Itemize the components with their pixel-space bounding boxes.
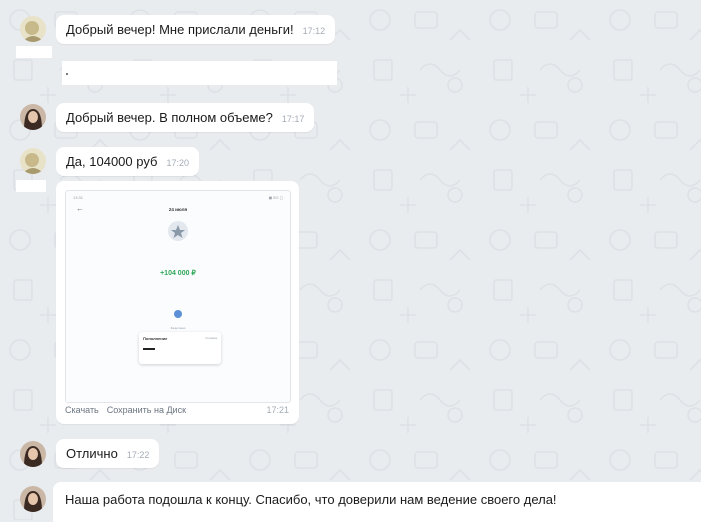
message-time: 17:22	[126, 449, 150, 460]
message-time: 17:17	[281, 113, 305, 124]
copy-link[interactable]: Скачать	[65, 405, 99, 415]
message-time: 17:20	[166, 157, 189, 168]
message-text: Наша работа подошла к концу. Спасибо, чт…	[65, 492, 557, 507]
avatar-agent[interactable]	[20, 441, 46, 467]
message-time: 17:12	[302, 25, 326, 36]
message-time: 17:21	[266, 405, 289, 415]
message-bubble[interactable]: Да, 104000 руб 17:20	[56, 147, 199, 176]
image-message: 13:31 ◼ 5G ◻ ← 24 июля +104 000 ₽ Зачисл…	[56, 181, 299, 424]
sender-name-redacted	[16, 180, 46, 192]
avatar-agent[interactable]	[20, 486, 46, 512]
bank-screenshot-image[interactable]: 13:31 ◼ 5G ◻ ← 24 июля +104 000 ₽ Зачисл…	[65, 190, 291, 403]
status-badge: Зачислено	[165, 307, 191, 330]
screenshot-status-bar: 13:31 ◼ 5G ◻	[73, 195, 283, 200]
save-to-disk-link[interactable]: Сохранить на Диск	[107, 405, 186, 415]
bank-logo-icon	[168, 221, 188, 241]
message-text: Отлично	[66, 446, 118, 461]
message-bubble[interactable]: Добрый вечер. В полном объеме? 17:17	[56, 103, 315, 132]
avatar-contact[interactable]	[20, 148, 46, 174]
screenshot-card: Пополнение Справка	[139, 332, 221, 364]
message-text: Да, 104000 руб	[66, 154, 158, 169]
check-circle-icon	[174, 310, 182, 318]
image-actions: Скачать Сохранить на Диск	[65, 405, 186, 415]
message-text: Добрый вечер! Мне прислали деньги!	[66, 22, 294, 37]
avatar-agent[interactable]	[20, 104, 46, 130]
message-bubble[interactable]: Отлично 17:22	[56, 439, 160, 468]
message-bubble[interactable]: Добрый вечер! Мне прислали деньги! 17:12	[56, 15, 336, 44]
avatar-contact[interactable]	[20, 16, 46, 42]
message-bubble[interactable]: Наша работа подошла к концу. Спасибо, чт…	[53, 482, 701, 522]
screenshot-date: 24 июля	[168, 207, 188, 212]
redacted-message	[62, 61, 337, 85]
sender-name-redacted	[16, 46, 52, 58]
message-text: Добрый вечер. В полном объеме?	[66, 110, 273, 125]
transfer-amount: +104 000 ₽	[160, 270, 196, 277]
